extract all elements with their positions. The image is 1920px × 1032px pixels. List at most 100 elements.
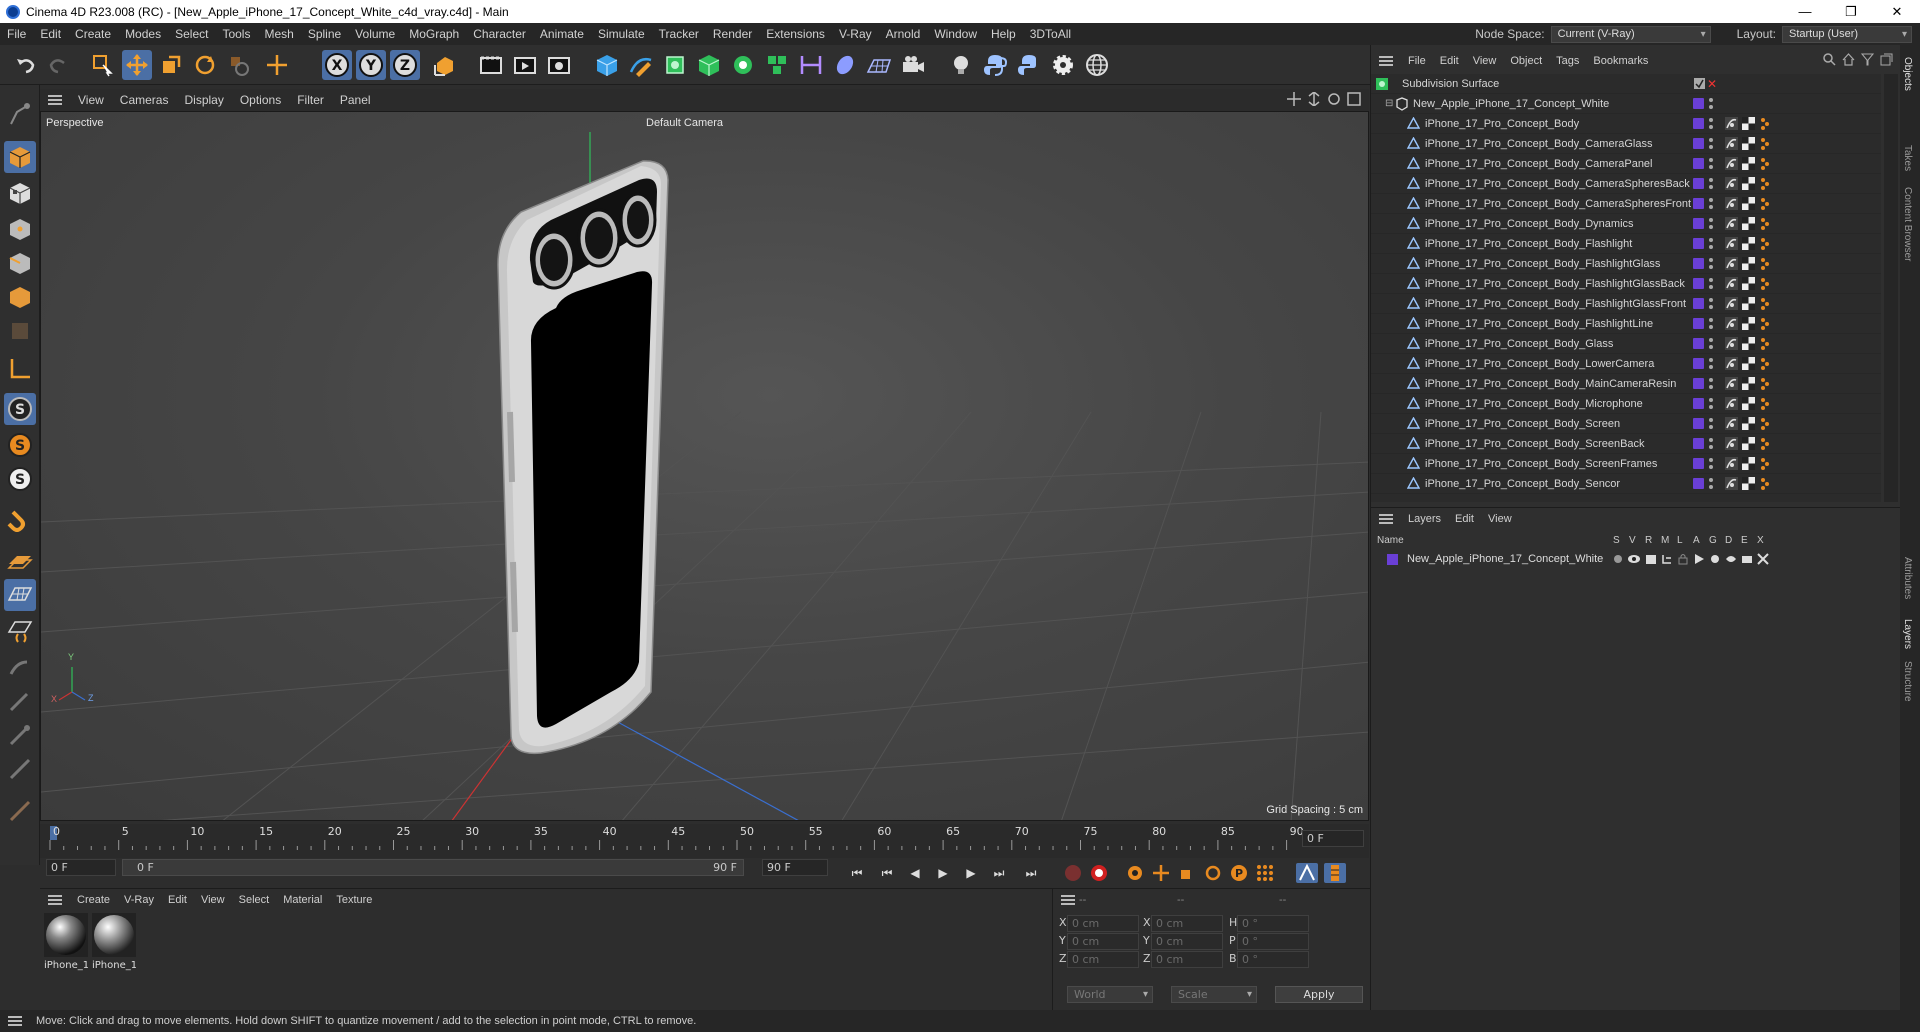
object-row-child[interactable]: iPhone_17_Pro_Concept_Body_Sencor xyxy=(1371,474,1881,494)
key-rotation-icon[interactable] xyxy=(1202,863,1224,883)
locked-workplane-icon[interactable] xyxy=(4,615,36,647)
3d-viewport[interactable]: Perspective Default Camera Grid Spacing … xyxy=(40,111,1369,821)
redo-icon[interactable] xyxy=(44,50,74,80)
object-row-child[interactable]: iPhone_17_Pro_Concept_Body_ScreenFrames xyxy=(1371,454,1881,474)
camera-icon[interactable] xyxy=(898,50,928,80)
object-row-child[interactable]: iPhone_17_Pro_Concept_Body xyxy=(1371,114,1881,134)
layer-animation-icon[interactable] xyxy=(1693,553,1705,568)
material-tag-icon[interactable] xyxy=(1742,157,1755,170)
menu-edit[interactable]: Edit xyxy=(33,23,68,45)
tab-objects[interactable]: Objects xyxy=(1902,57,1913,91)
object-row-child[interactable]: iPhone_17_Pro_Concept_Body_CameraGlass xyxy=(1371,134,1881,154)
layer-color-chip[interactable] xyxy=(1693,418,1704,429)
visibility-dots[interactable] xyxy=(1708,217,1714,230)
tab-content-browser[interactable]: Content Browser xyxy=(1902,187,1913,261)
object-row-child[interactable]: iPhone_17_Pro_Concept_Body_LowerCamera xyxy=(1371,354,1881,374)
phong-tag-icon[interactable] xyxy=(1725,397,1738,410)
object-row-child[interactable]: iPhone_17_Pro_Concept_Body_Flashlight xyxy=(1371,234,1881,254)
layer-color-chip[interactable] xyxy=(1693,478,1704,489)
hair-icon[interactable] xyxy=(4,795,36,827)
phong-tag-icon[interactable] xyxy=(1725,257,1738,270)
layers-menu-icon[interactable] xyxy=(1379,513,1393,524)
polygon-mode-icon[interactable] xyxy=(4,281,36,313)
menu-tracker[interactable]: Tracker xyxy=(652,23,706,45)
tag-dots-icon[interactable] xyxy=(1760,257,1770,270)
key-scale-icon[interactable] xyxy=(1176,863,1198,883)
object-menu-tags[interactable]: Tags xyxy=(1549,55,1586,67)
snap-settings-icon[interactable]: S xyxy=(4,429,36,461)
layer-generators-icon[interactable] xyxy=(1709,553,1721,568)
layer-xrefs-icon[interactable] xyxy=(1757,553,1769,568)
floor-icon[interactable] xyxy=(864,50,894,80)
phong-tag-icon[interactable] xyxy=(1725,217,1738,230)
settings-gear-icon[interactable] xyxy=(1048,50,1078,80)
coord-value-field[interactable]: 0 ° xyxy=(1237,933,1309,950)
tag-dots-icon[interactable] xyxy=(1760,377,1770,390)
key-pla-icon[interactable] xyxy=(1254,863,1276,883)
model-mode-icon[interactable] xyxy=(4,141,36,173)
object-row-child[interactable]: iPhone_17_Pro_Concept_Body_Dynamics xyxy=(1371,214,1881,234)
workplane-icon[interactable] xyxy=(4,545,36,577)
material-menu-texture[interactable]: Texture xyxy=(329,894,379,906)
menu-arnold[interactable]: Arnold xyxy=(879,23,928,45)
phong-tag-icon[interactable] xyxy=(1725,437,1738,450)
phong-tag-icon[interactable] xyxy=(1725,477,1738,490)
go-to-start-icon[interactable]: ⏮ xyxy=(846,863,868,883)
apply-button[interactable]: Apply xyxy=(1275,986,1363,1003)
material-menu-vray[interactable]: V-Ray xyxy=(117,894,161,906)
layout-dropdown[interactable]: Startup (User) xyxy=(1782,25,1912,43)
menu-mesh[interactable]: Mesh xyxy=(257,23,300,45)
viewport-menu-cameras[interactable]: Cameras xyxy=(112,93,177,107)
coord-value-field[interactable]: 0 cm xyxy=(1151,951,1223,968)
uv-mode-icon[interactable] xyxy=(4,315,36,347)
object-row-child[interactable]: iPhone_17_Pro_Concept_Body_FlashlightGla… xyxy=(1371,274,1881,294)
menu-mograph[interactable]: MoGraph xyxy=(402,23,466,45)
menu-modes[interactable]: Modes xyxy=(118,23,168,45)
object-row-child[interactable]: iPhone_17_Pro_Concept_Body_FlashlightGla… xyxy=(1371,254,1881,274)
object-menu-object[interactable]: Object xyxy=(1503,55,1549,67)
size-mode-dropdown[interactable]: Scale xyxy=(1171,986,1257,1003)
object-row-child[interactable]: iPhone_17_Pro_Concept_Body_CameraSpheres… xyxy=(1371,174,1881,194)
object-row-child[interactable]: iPhone_17_Pro_Concept_Body_FlashlightLin… xyxy=(1371,314,1881,334)
visibility-dots[interactable] xyxy=(1708,177,1714,190)
tag-dots-icon[interactable] xyxy=(1760,277,1770,290)
material-tag-icon[interactable] xyxy=(1742,457,1755,470)
layer-color-chip[interactable] xyxy=(1693,458,1704,469)
extrude-icon[interactable] xyxy=(694,50,724,80)
scale-tool-icon[interactable] xyxy=(156,50,186,80)
visibility-dots[interactable] xyxy=(1708,437,1714,450)
coord-value-field[interactable]: 0 cm xyxy=(1067,915,1139,932)
material-tag-icon[interactable] xyxy=(1742,117,1755,130)
tab-takes[interactable]: Takes xyxy=(1902,145,1913,171)
filter-icon[interactable] xyxy=(1860,53,1875,69)
visibility-dots[interactable] xyxy=(1708,317,1714,330)
tag-dots-icon[interactable] xyxy=(1760,217,1770,230)
knife-icon[interactable] xyxy=(4,753,36,785)
viewport-menu-filter[interactable]: Filter xyxy=(289,93,332,107)
render-settings-icon[interactable] xyxy=(544,50,574,80)
node-space-dropdown[interactable]: Current (V-Ray) xyxy=(1550,25,1711,43)
object-row-child[interactable]: iPhone_17_Pro_Concept_Body_Screen xyxy=(1371,414,1881,434)
material-tag-icon[interactable] xyxy=(1742,297,1755,310)
layer-color-chip[interactable] xyxy=(1693,318,1704,329)
layer-color-chip[interactable] xyxy=(1693,298,1704,309)
menu-extensions[interactable]: Extensions xyxy=(759,23,832,45)
material-tag-icon[interactable] xyxy=(1742,257,1755,270)
menu-render[interactable]: Render xyxy=(706,23,759,45)
layers-menu-edit[interactable]: Edit xyxy=(1448,513,1481,525)
tag-dots-icon[interactable] xyxy=(1760,117,1770,130)
layer-color-chip[interactable] xyxy=(1693,218,1704,229)
deformer-icon[interactable] xyxy=(762,50,792,80)
close-button[interactable]: ✕ xyxy=(1874,0,1920,23)
material-tag-icon[interactable] xyxy=(1742,197,1755,210)
object-row-child[interactable]: iPhone_17_Pro_Concept_Body_ScreenBack xyxy=(1371,434,1881,454)
visibility-dots[interactable] xyxy=(1708,97,1714,110)
paint-icon[interactable] xyxy=(4,651,36,683)
visibility-dots[interactable] xyxy=(1708,137,1714,150)
viewport-menu-icon[interactable] xyxy=(48,95,62,105)
material-swatch[interactable]: iPhone_1 xyxy=(44,913,88,971)
object-menu-bookmarks[interactable]: Bookmarks xyxy=(1586,55,1655,67)
menu-animate[interactable]: Animate xyxy=(533,23,591,45)
object-row-child[interactable]: iPhone_17_Pro_Concept_Body_CameraPanel xyxy=(1371,154,1881,174)
tag-dots-icon[interactable] xyxy=(1760,477,1770,490)
